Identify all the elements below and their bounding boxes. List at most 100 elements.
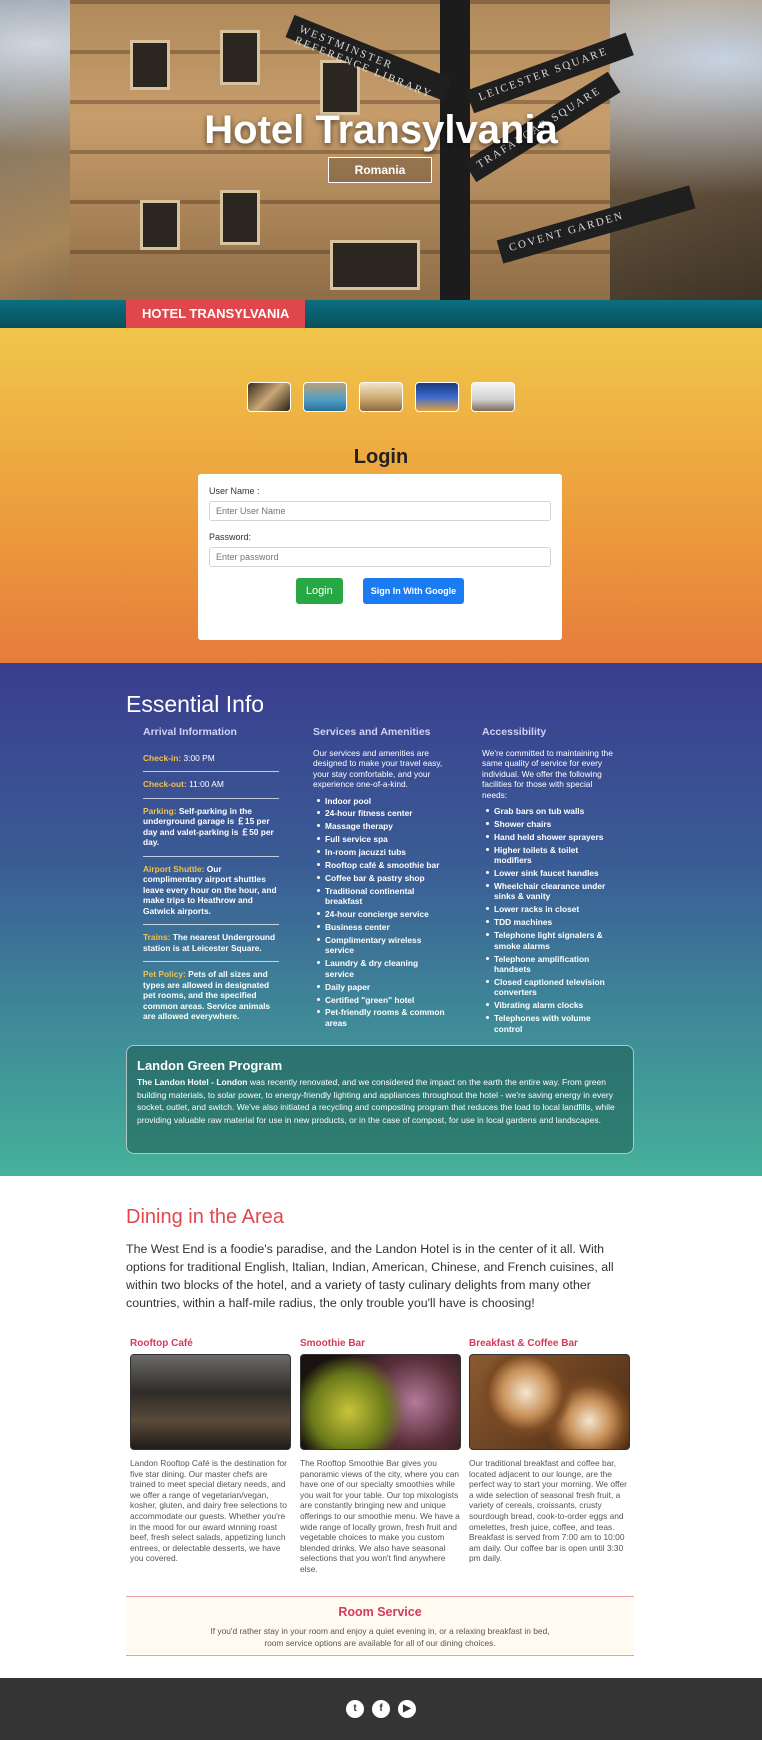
arrival-item: Check-out: 11:00 AM xyxy=(143,772,279,799)
arrival-label: Parking: xyxy=(143,805,177,816)
amenity-item: Business center xyxy=(313,922,449,933)
gallery-thumb[interactable] xyxy=(359,382,403,412)
accessibility-item: Lower racks in closet xyxy=(482,904,618,915)
amenity-item: Laundry & dry cleaning service xyxy=(313,958,449,979)
password-label: Password: xyxy=(209,532,252,542)
column-heading: Arrival Information xyxy=(143,726,237,738)
arrival-item: Trains: The nearest Underground station … xyxy=(143,925,279,962)
arrival-text: 3:00 PM xyxy=(181,752,215,763)
green-program-text: The Landon Hotel - London was recently r… xyxy=(137,1077,615,1125)
accessibility-item: Hand held shower sprayers xyxy=(482,832,618,843)
amenity-item: Indoor pool xyxy=(313,796,449,807)
column-intro: Our services and amenities are designed … xyxy=(313,747,443,790)
amenity-item: Certified "green" hotel xyxy=(313,995,449,1006)
accessibility-column: Accessibility We're committed to maintai… xyxy=(482,727,618,1037)
location-badge: Romania xyxy=(328,157,432,183)
venue-description: The Rooftop Smoothie Bar gives you panor… xyxy=(300,1458,460,1574)
arrival-column: Arrival Information Check-in: 3:00 PM Che… xyxy=(143,727,279,1030)
green-program-box: Landon Green Program The Landon Hotel - … xyxy=(126,1045,634,1154)
amenity-item: Traditional continental breakfast xyxy=(313,886,449,907)
twitter-icon[interactable]: t xyxy=(346,1700,364,1718)
venue-image xyxy=(130,1354,291,1450)
social-links: t f ▶ xyxy=(0,1700,762,1718)
venue-description: Our traditional breakfast and coffee bar… xyxy=(469,1458,627,1564)
room-service-box: Room Service If you'd rather stay in you… xyxy=(126,1596,634,1656)
accessibility-item: TDD machines xyxy=(482,917,618,928)
accessibility-item: Closed captioned television converters xyxy=(482,977,618,998)
column-heading: Services and Amenities xyxy=(313,726,431,738)
amenity-item: Pet-friendly rooms & common areas xyxy=(313,1007,449,1028)
venue-card: Rooftop Café Landon Rooftop Café is the … xyxy=(130,1338,291,1564)
accessibility-item: Telephone amplification handsets xyxy=(482,954,618,975)
accessibility-item: Higher toilets & toilet modifiers xyxy=(482,845,618,866)
accessibility-item: Shower chairs xyxy=(482,819,618,830)
amenity-item: Massage therapy xyxy=(313,821,449,832)
gallery-thumb[interactable] xyxy=(247,382,291,412)
venue-card: Breakfast & Coffee Bar Our traditional b… xyxy=(469,1338,630,1564)
venue-name: Breakfast & Coffee Bar xyxy=(469,1338,578,1349)
dining-section: Dining in the Area The West End is a foo… xyxy=(0,1176,762,1678)
arrival-label: Airport Shuttle: xyxy=(143,863,205,874)
amenity-item: Coffee bar & pastry shop xyxy=(313,873,449,884)
gallery-thumb[interactable] xyxy=(471,382,515,412)
arrival-label: Check-in: xyxy=(143,752,182,763)
accessibility-item: Telephone light signalers & smoke alarms xyxy=(482,930,618,951)
amenity-item: Rooftop café & smoothie bar xyxy=(313,860,449,871)
arrival-text: 11:00 AM xyxy=(186,779,224,789)
arrival-item: Airport Shuttle: Our complimentary airpo… xyxy=(143,857,279,925)
services-column: Services and Amenities Our services and … xyxy=(313,727,449,1031)
login-form: User Name : Password: Login Sign In With… xyxy=(198,474,562,640)
green-program-title: Landon Green Program xyxy=(137,1058,283,1073)
accessibility-item: Grab bars on tub walls xyxy=(482,806,618,817)
nav-bar: HOTEL TRANSYLVANIA xyxy=(0,300,762,328)
accessibility-item: Wheelchair clearance under sinks & vanit… xyxy=(482,881,618,902)
venue-name: Rooftop Café xyxy=(130,1338,193,1349)
youtube-icon[interactable]: ▶ xyxy=(398,1700,416,1718)
amenity-item: Complimentary wireless service xyxy=(313,935,449,956)
arrival-item: Parking: Self-parking in the underground… xyxy=(143,799,279,857)
amenity-item: Daily paper xyxy=(313,982,449,993)
venue-name: Smoothie Bar xyxy=(300,1338,366,1349)
username-label: User Name : xyxy=(209,486,260,496)
login-section: Login User Name : Password: Login Sign I… xyxy=(0,328,762,663)
accessibility-item: Vibrating alarm clocks xyxy=(482,1000,618,1011)
arrival-list: Check-in: 3:00 PM Check-out: 11:00 AM Park… xyxy=(143,748,279,1030)
column-heading: Accessibility xyxy=(482,726,547,738)
accessibility-item: Lower sink faucet handles xyxy=(482,868,618,879)
dining-intro: The West End is a foodie's paradise, and… xyxy=(126,1242,614,1310)
username-input[interactable] xyxy=(209,501,551,521)
google-signin-button[interactable]: Sign In With Google xyxy=(362,578,465,604)
gallery-thumb[interactable] xyxy=(303,382,347,412)
accessibility-list: Grab bars on tub walls Shower chairs Hand … xyxy=(482,806,618,1034)
accessibility-item: Telephones with volume control xyxy=(482,1013,618,1034)
amenity-item: Full service spa xyxy=(313,834,449,845)
password-input[interactable] xyxy=(209,547,551,567)
arrival-item: Check-in: 3:00 PM xyxy=(143,748,279,772)
column-intro: We're committed to maintaining the same … xyxy=(482,747,613,800)
section-title: Dining in the Area xyxy=(126,1206,284,1228)
venue-image xyxy=(469,1354,630,1450)
amenity-item: 24-hour concierge service xyxy=(313,909,449,920)
gallery-thumbnails xyxy=(0,382,762,412)
arrival-label: Trains: xyxy=(143,932,171,942)
room-service-text: If you'd rather stay in your room and en… xyxy=(210,1626,550,1648)
venue-description: Landon Rooftop Café is the destination f… xyxy=(130,1458,287,1564)
arrival-item: Pet Policy: Pets of all sizes and types … xyxy=(143,962,279,1030)
hero-banner: WESTMINSTER REFERENCE LIBRARY LEICESTER … xyxy=(0,0,762,300)
gallery-thumb[interactable] xyxy=(415,382,459,412)
room-service-title: Room Service xyxy=(338,1605,422,1619)
facebook-icon[interactable]: f xyxy=(372,1700,390,1718)
login-title: Login xyxy=(353,446,409,468)
login-button[interactable]: Login xyxy=(295,578,343,604)
amenity-item: In-room jacuzzi tubs xyxy=(313,847,449,858)
venue-card: Smoothie Bar The Rooftop Smoothie Bar gi… xyxy=(300,1338,461,1575)
essential-info-section: Essential Info Arrival Information Check… xyxy=(0,663,762,1176)
section-title: Essential Info xyxy=(126,691,265,717)
arrival-label: Pet Policy: xyxy=(143,969,186,979)
hero-title: Hotel Transylvania xyxy=(204,108,558,152)
arrival-label: Check-out: xyxy=(143,779,187,789)
venue-image xyxy=(300,1354,461,1450)
brand-link[interactable]: HOTEL TRANSYLVANIA xyxy=(126,300,306,328)
services-list: Indoor pool 24-hour fitness center Massage… xyxy=(313,796,449,1029)
footer: t f ▶ xyxy=(0,1678,762,1740)
